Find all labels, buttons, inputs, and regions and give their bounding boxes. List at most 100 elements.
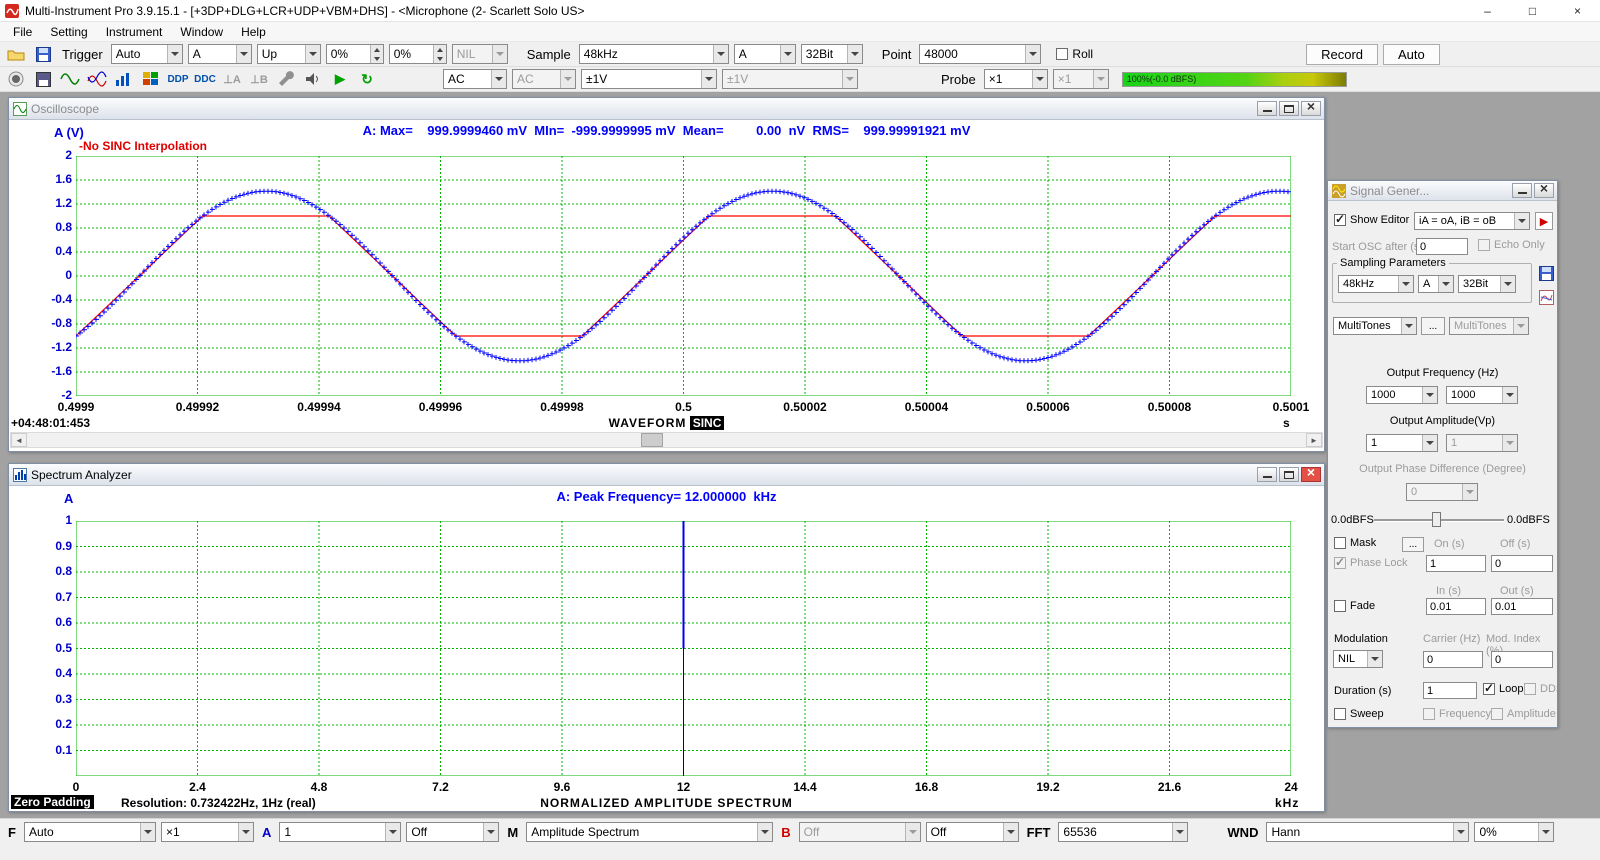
horizontal-scrollbar[interactable]: ◄ ► <box>10 432 1323 448</box>
fade-checkbox[interactable]: Fade <box>1334 600 1375 612</box>
window-close-button[interactable] <box>1534 183 1554 198</box>
waveform-library-icon[interactable] <box>1535 287 1557 307</box>
amplitude-b-select: 1 <box>1446 434 1518 452</box>
display-mode-select[interactable]: Amplitude Spectrum <box>526 822 773 842</box>
scrollbar-track[interactable] <box>27 433 1306 447</box>
trigger-delay-spinner[interactable]: 0% <box>389 44 447 64</box>
generator-rate-select[interactable]: 48kHz <box>1338 275 1414 293</box>
menu-instrument[interactable]: Instrument <box>97 23 172 41</box>
generator-bits-select[interactable]: 32Bit <box>1458 275 1516 293</box>
routing-select[interactable]: iA = oA, iB = oB <box>1414 212 1530 230</box>
mask-browse-button[interactable]: ... <box>1402 537 1424 552</box>
mask-on-input[interactable] <box>1426 555 1486 572</box>
record-button[interactable]: Record <box>1306 44 1378 65</box>
a-option-select[interactable]: Off <box>406 822 499 842</box>
probe-a-select[interactable]: ×1 <box>984 69 1048 89</box>
trigger-source-select[interactable]: A <box>188 44 252 64</box>
waveform-plot[interactable] <box>76 156 1291 396</box>
generator-channel-select[interactable]: A <box>1418 275 1454 293</box>
mask-checkbox[interactable]: Mask <box>1334 537 1376 549</box>
window-minimize-button[interactable] <box>1257 101 1277 116</box>
mask-off-input[interactable] <box>1491 555 1553 572</box>
record-length-select[interactable]: 48000 <box>919 44 1041 64</box>
y-tick-label: 0.4 <box>26 666 72 680</box>
window-minimize-button[interactable] <box>1512 183 1532 198</box>
frequency-axis-select[interactable]: Auto <box>24 822 156 842</box>
fade-out-input[interactable] <box>1491 598 1553 615</box>
spinner-arrows-icon[interactable] <box>433 45 446 63</box>
overlap-select[interactable]: 0% <box>1474 822 1554 842</box>
window-maximize-button[interactable] <box>1279 467 1299 482</box>
spectrum-plot[interactable] <box>76 521 1291 776</box>
mod-index-input[interactable] <box>1491 651 1553 668</box>
start-osc-input[interactable] <box>1416 238 1468 255</box>
marker-b-icon: ⊥B <box>248 69 270 89</box>
scroll-right-icon[interactable]: ► <box>1306 433 1322 447</box>
coupling-a-select[interactable]: AC <box>443 69 507 89</box>
trigger-edge-select[interactable]: Up <box>257 44 321 64</box>
fft-size-select[interactable]: 65536 <box>1058 822 1188 842</box>
scroll-left-icon[interactable]: ◄ <box>11 433 27 447</box>
roll-checkbox[interactable]: Roll <box>1056 47 1093 61</box>
loop-run-icon[interactable]: ↻ <box>356 69 378 89</box>
oscilloscope-titlebar[interactable]: Oscilloscope <box>9 98 1324 120</box>
b-option-select[interactable]: Off <box>926 822 1019 842</box>
generator-play-button[interactable]: ▶ <box>1535 212 1553 230</box>
auto-setup-button[interactable]: Auto <box>1383 44 1440 65</box>
frequency-mult-select[interactable]: ×1 <box>161 822 254 842</box>
window-close-button[interactable] <box>1301 467 1321 482</box>
sinc-toggle-badge[interactable]: SINC <box>690 416 725 430</box>
show-editor-checkbox[interactable]: Show Editor <box>1334 214 1409 226</box>
output-level-slider[interactable] <box>1374 512 1504 528</box>
sound-device-icon[interactable] <box>302 69 324 89</box>
slider-thumb[interactable] <box>1432 512 1441 527</box>
frequency-a-select[interactable]: 1000 <box>1366 386 1438 404</box>
scrollbar-thumb[interactable] <box>641 433 663 447</box>
save-file-icon[interactable] <box>32 44 54 64</box>
save-signal-icon[interactable] <box>32 69 54 89</box>
fade-in-input[interactable] <box>1426 598 1486 615</box>
amplitude-a-select[interactable]: 1 <box>1366 434 1438 452</box>
a-scale-select[interactable]: 1 <box>279 822 401 842</box>
menu-file[interactable]: File <box>4 23 41 41</box>
menu-help[interactable]: Help <box>232 23 275 41</box>
ddc-viewer-icon[interactable]: DDC <box>194 69 216 89</box>
carrier-input[interactable] <box>1423 651 1483 668</box>
oscilloscope-view-icon[interactable] <box>59 69 81 89</box>
range-a-select[interactable]: ±1V <box>581 69 717 89</box>
maximize-button[interactable]: □ <box>1510 0 1555 22</box>
frequency-b-select[interactable]: 1000 <box>1446 386 1518 404</box>
waveform-a-select[interactable]: MultiTones <box>1333 317 1417 335</box>
duration-input[interactable] <box>1423 682 1477 699</box>
spinner-arrows-icon[interactable] <box>370 45 383 63</box>
trigger-mode-select[interactable]: Auto <box>111 44 183 64</box>
window-maximize-button[interactable] <box>1279 101 1299 116</box>
spectrum-view-icon[interactable] <box>86 69 108 89</box>
play-icon[interactable]: ▶ <box>329 69 351 89</box>
open-file-icon[interactable] <box>5 44 27 64</box>
browse-multitones-button[interactable]: ... <box>1421 317 1445 335</box>
loop-checkbox[interactable]: Loop <box>1483 683 1523 695</box>
ddp-viewer-icon[interactable]: DDP <box>167 69 189 89</box>
spectrogram-view-icon[interactable] <box>140 69 162 89</box>
menu-window[interactable]: Window <box>171 23 232 41</box>
signal-generator-titlebar[interactable]: Signal Gener... <box>1328 181 1557 201</box>
sampling-rate-select[interactable]: 48kHz <box>579 44 729 64</box>
record-indicator-icon[interactable] <box>5 69 27 89</box>
window-close-button[interactable] <box>1301 101 1321 116</box>
minimize-button[interactable]: – <box>1465 0 1510 22</box>
save-waveform-icon[interactable] <box>1535 263 1557 283</box>
modulation-type-select[interactable]: NIL <box>1333 650 1383 668</box>
bit-depth-select[interactable]: 32Bit <box>801 44 863 64</box>
window-function-select[interactable]: Hann <box>1266 822 1469 842</box>
close-button[interactable]: × <box>1555 0 1600 22</box>
spectrum-titlebar[interactable]: Spectrum Analyzer <box>9 464 1324 486</box>
sampling-channel-select[interactable]: A <box>734 44 796 64</box>
calibration-wrench-icon[interactable] <box>275 69 297 89</box>
sweep-checkbox[interactable]: Sweep <box>1334 708 1384 720</box>
x-tick-label: 0.50002 <box>770 400 840 414</box>
trigger-level-spinner[interactable]: 0% <box>326 44 384 64</box>
window-minimize-button[interactable] <box>1257 467 1277 482</box>
menu-setting[interactable]: Setting <box>41 23 96 41</box>
multimeter-view-icon[interactable] <box>113 69 135 89</box>
